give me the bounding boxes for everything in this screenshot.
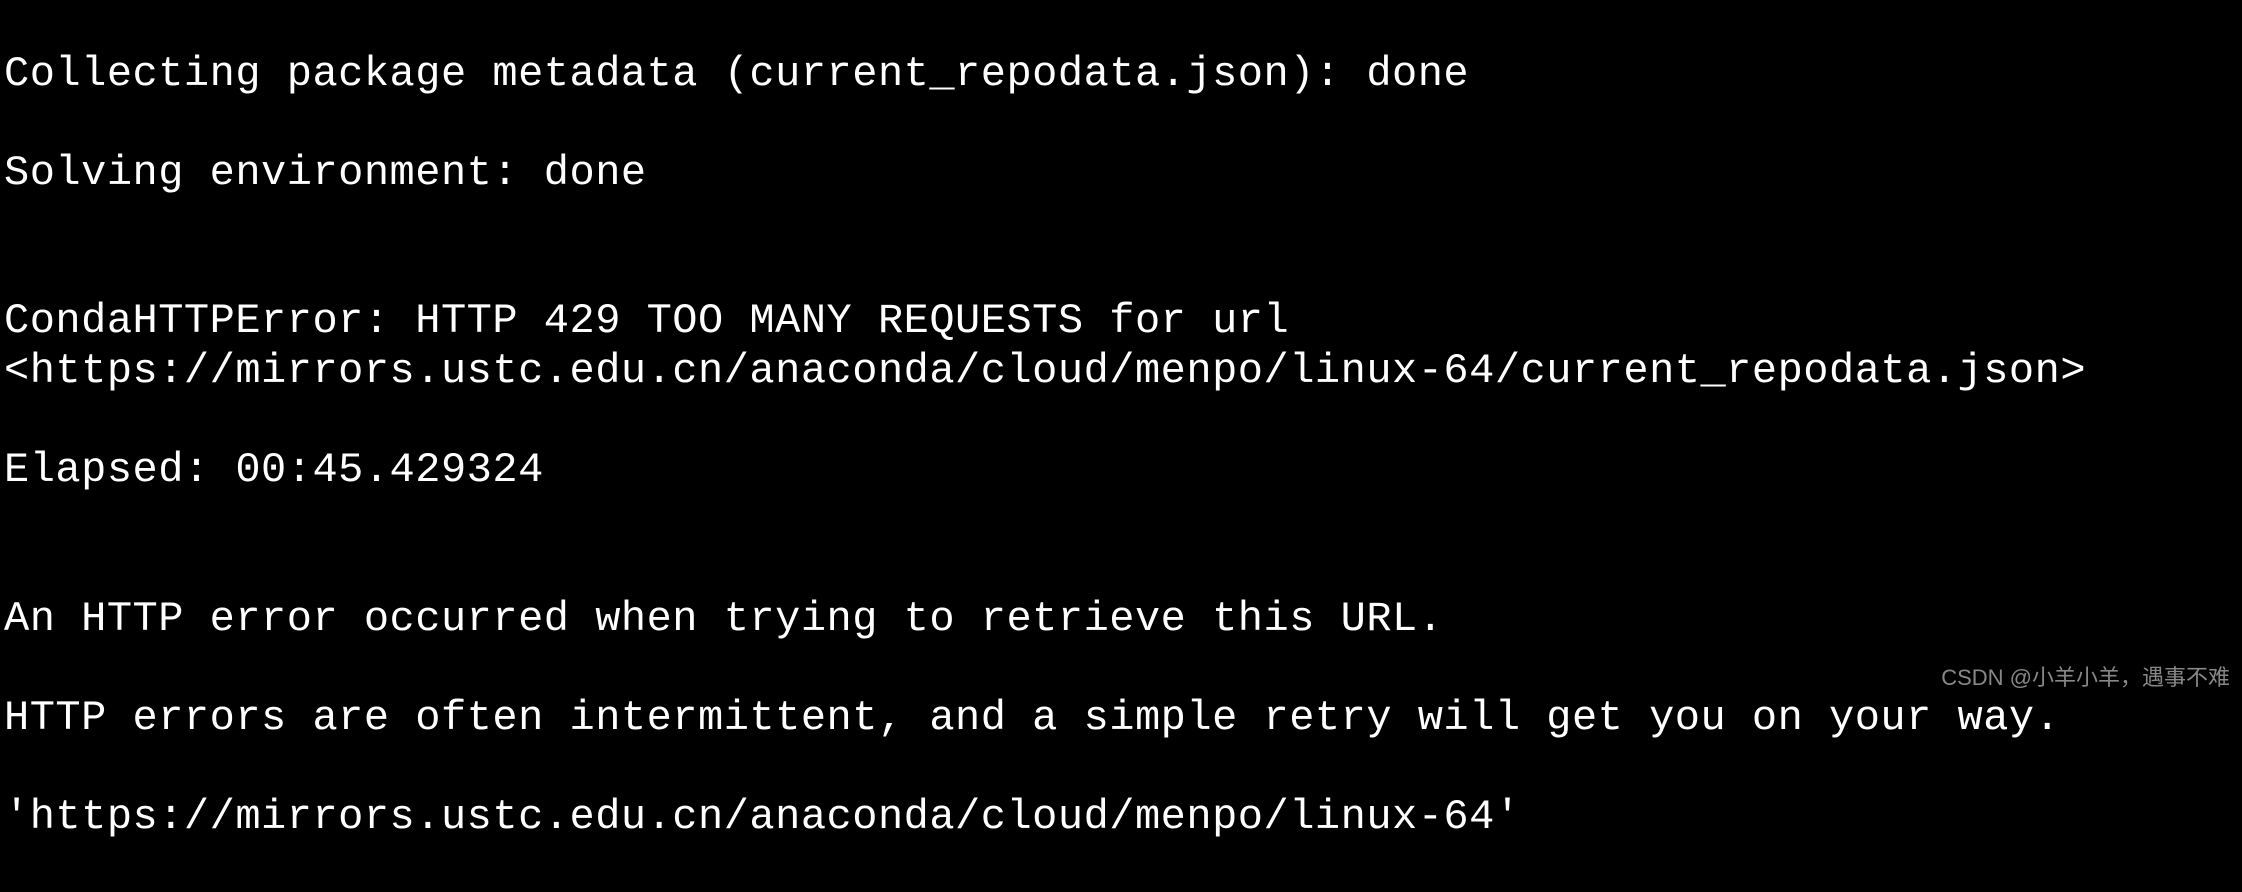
output-line: Solving environment: done [4, 149, 2242, 199]
output-line: Collecting package metadata (current_rep… [4, 50, 2242, 100]
output-line: Elapsed: 00:45.429324 [4, 446, 2242, 496]
output-line: An HTTP error occurred when trying to re… [4, 595, 2242, 645]
terminal-output: Collecting package metadata (current_rep… [0, 0, 2242, 892]
watermark-text: CSDN @小羊小羊，遇事不难 [1941, 665, 2230, 691]
output-line: CondaHTTPError: HTTP 429 TOO MANY REQUES… [4, 297, 2242, 396]
output-line: HTTP errors are often intermittent, and … [4, 694, 2242, 744]
output-line: 'https://mirrors.ustc.edu.cn/anaconda/cl… [4, 793, 2242, 843]
